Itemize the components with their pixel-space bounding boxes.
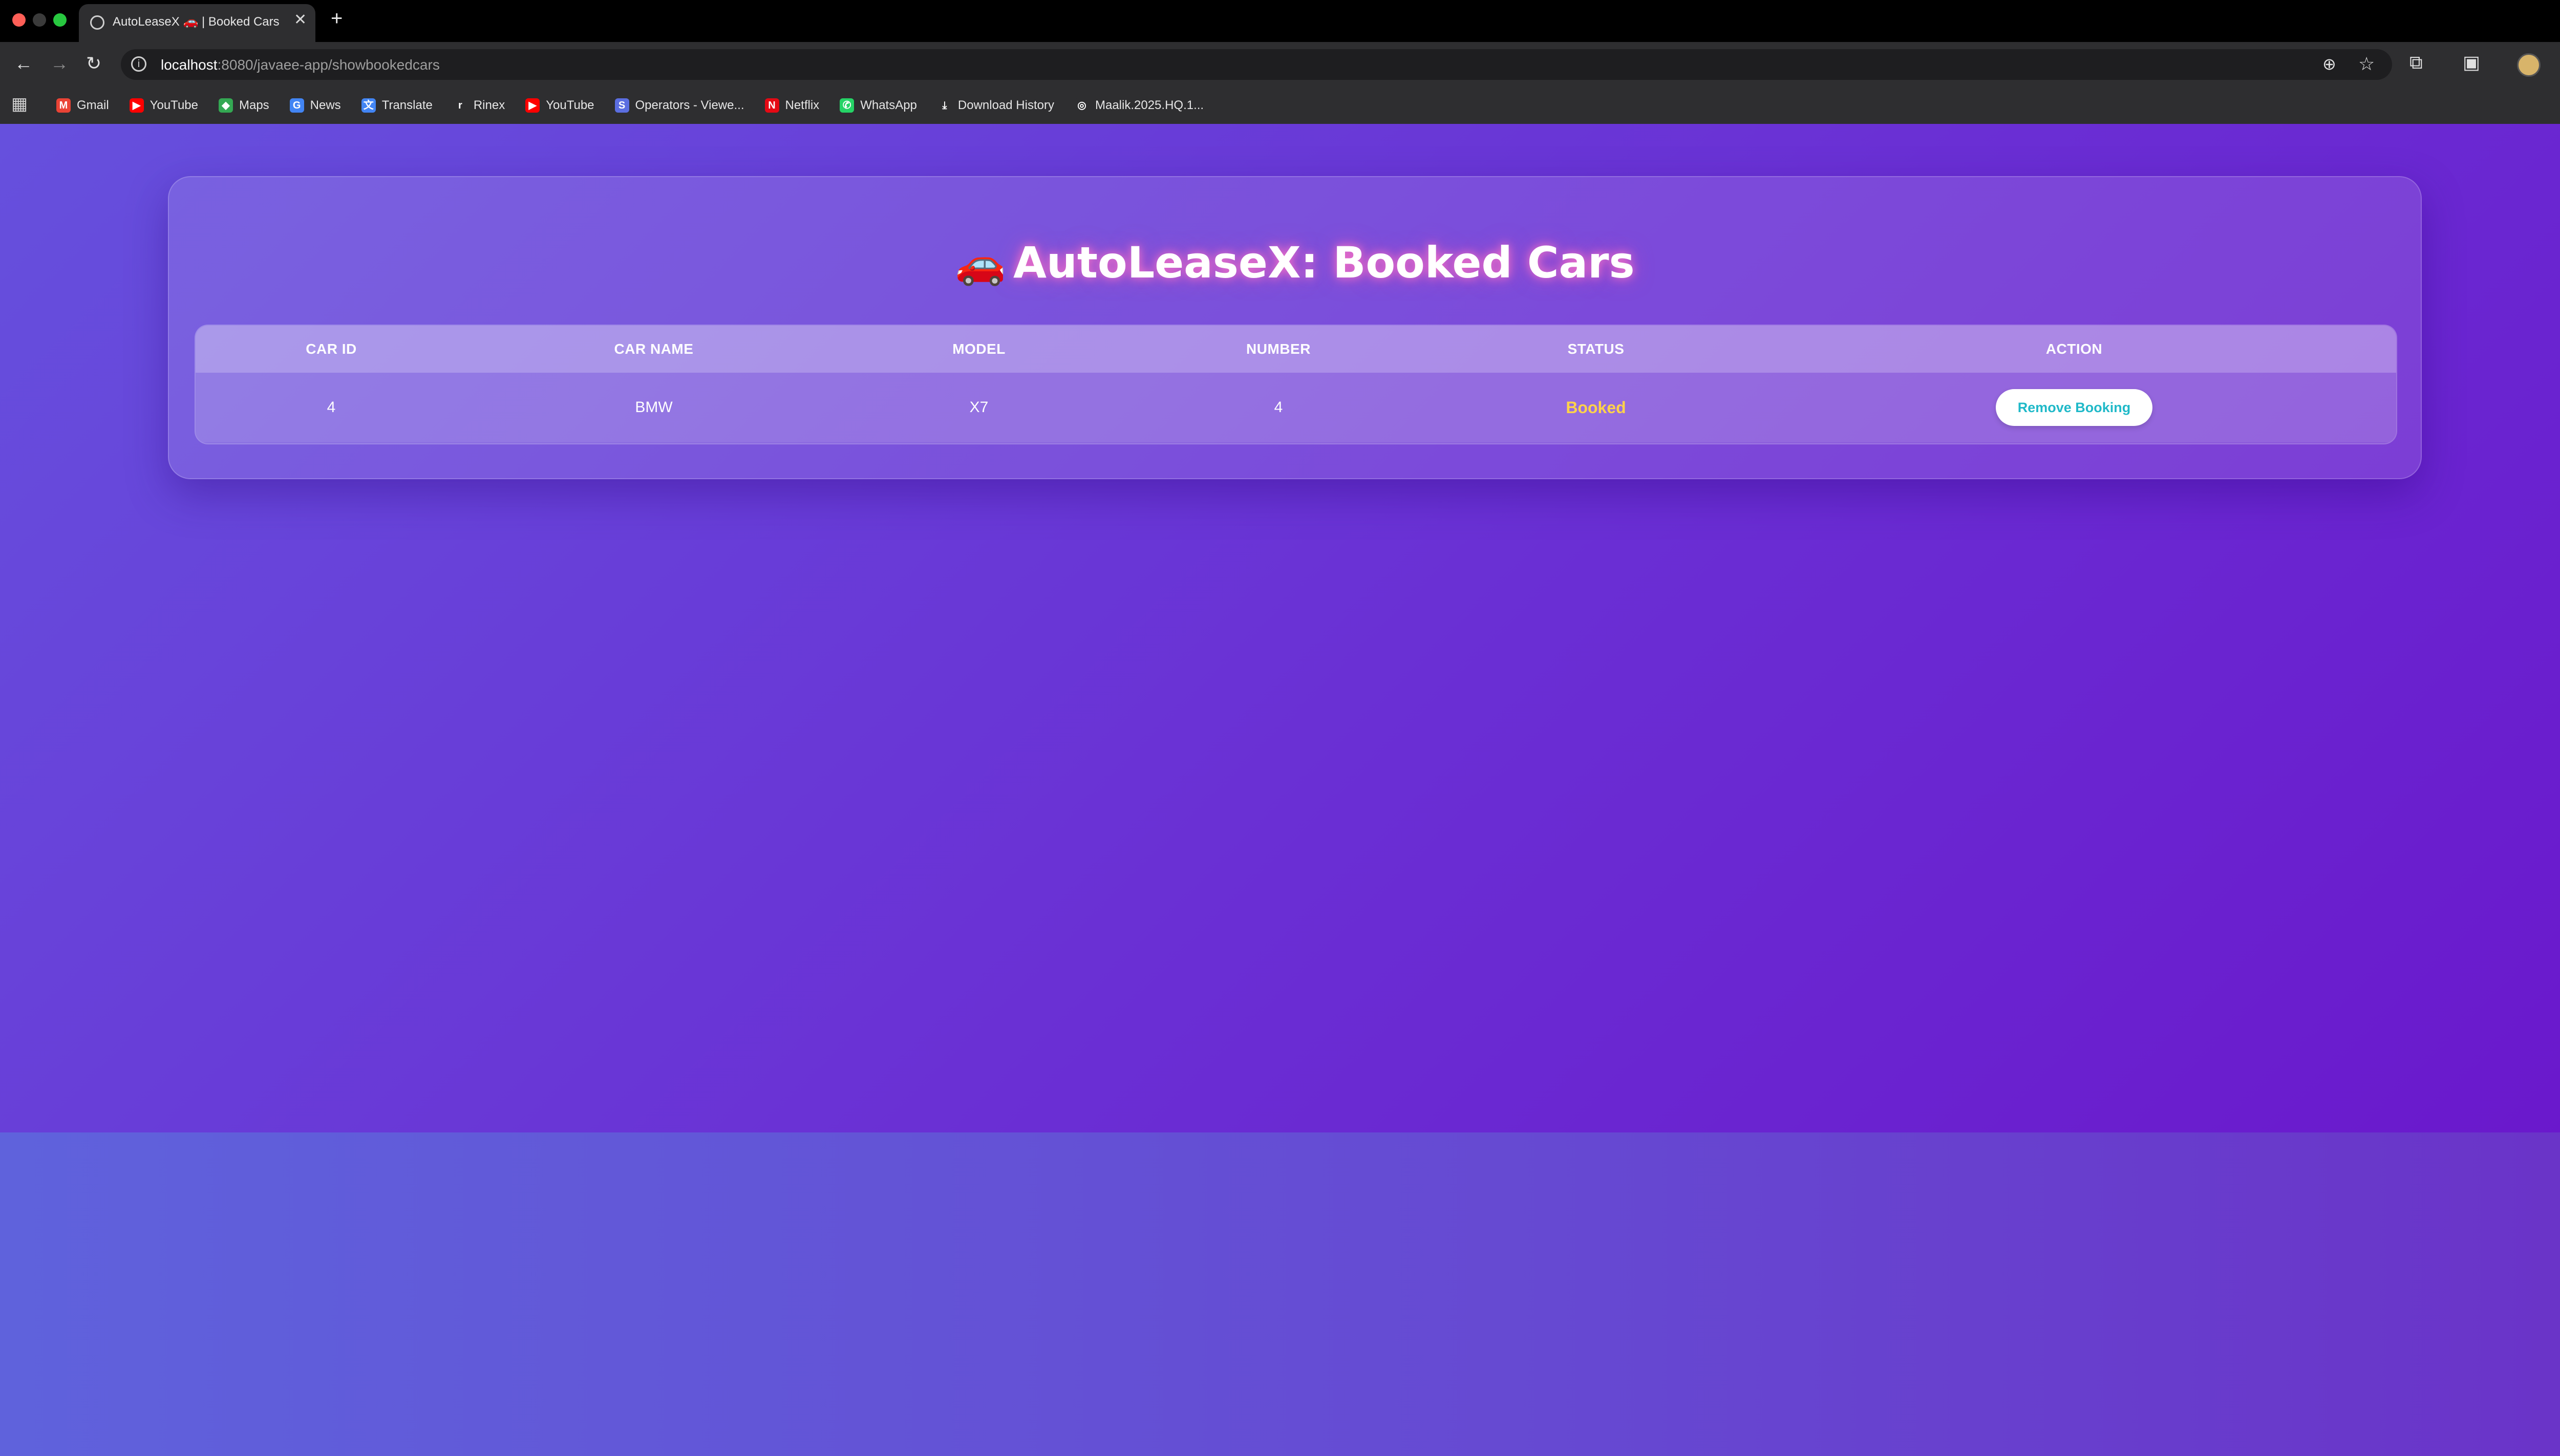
booked-cars-table: CAR ID CAR NAME MODEL NUMBER STATUS ACTI… [195,325,2397,444]
header-number: NUMBER [1246,341,1311,357]
bookmark-label: YouTube [150,98,198,112]
bookmark-label: WhatsApp [860,98,917,112]
bookmark-star-icon[interactable]: ☆ [2358,53,2375,75]
bookmark-label: Rinex [473,98,505,112]
bookmark-item[interactable]: ▶ YouTube [525,98,594,113]
header-car-name: CAR NAME [614,341,694,357]
download-icon: ⤓ [937,98,952,113]
tab-title: AutoLeaseX 🚗 | Booked Cars [113,15,280,29]
url-text[interactable]: localhost:8080/javaee-app/showbookedcars [161,57,440,73]
table-header: CAR ID CAR NAME MODEL NUMBER STATUS ACTI… [196,326,2396,373]
bookmark-item[interactable]: M Gmail [56,98,109,113]
bookmark-item[interactable]: ◎ Maalik.2025.HQ.1... [1074,98,1204,113]
operators-icon: S [614,98,629,113]
extensions-icon[interactable]: ⧉ [2409,53,2423,72]
youtube-icon: ▶ [525,98,540,113]
url-host: localhost [161,57,218,73]
rinex-icon: r [453,98,467,113]
cell-action: Remove Booking [1752,373,2396,442]
header-model: MODEL [952,341,1006,357]
bookmark-label: News [310,98,341,112]
cell-number: 4 [1274,399,1283,416]
header-status: STATUS [1567,341,1625,357]
page-title-text: AutoLeaseX: Booked Cars [1013,238,1635,288]
bookmark-item[interactable]: ▶ YouTube [129,98,198,113]
status-badge: Booked [1566,398,1626,417]
news-icon: G [289,98,304,113]
globe-icon: ◎ [1074,98,1089,113]
bookmark-label: YouTube [546,98,594,112]
forward-arrow-icon[interactable]: → [50,54,69,73]
bookmark-item[interactable]: G News [289,98,341,113]
booked-cars-card: 🚗 AutoLeaseX: Booked Cars CAR ID CAR NAME… [168,176,2422,479]
address-bar[interactable]: i localhost:8080/javaee-app/showbookedca… [121,49,2392,80]
youtube-icon: ▶ [129,98,144,113]
browser-toolbar: ← → ↻ i localhost:8080/javaee-app/showbo… [0,42,2560,87]
remove-booking-button[interactable]: Remove Booking [1996,389,2152,426]
bookmark-item[interactable]: ⤓ Download History [937,98,1054,113]
bookmark-label: Download History [957,98,1054,112]
bookmark-label: Operators - Viewe... [635,98,744,112]
bookmark-item[interactable]: ✆ WhatsApp [840,98,917,113]
header-car-id: CAR ID [306,341,357,357]
cell-car-id: 4 [327,399,336,416]
car-icon: 🚗 [955,240,1007,287]
maximize-window-button[interactable] [53,13,67,27]
whatsapp-icon: ✆ [840,98,855,113]
new-tab-button[interactable]: + [331,8,343,29]
bookmark-label: Netflix [785,98,820,112]
bookmark-item[interactable]: 文 Translate [361,98,433,113]
apps-grid-icon[interactable]: ▦ [11,95,28,113]
minimize-window-button[interactable] [33,13,46,27]
bookmarks-bar: ▦ M Gmail ▶ YouTube ◆ Maps G News 文 Translate r Rin… [0,87,2560,125]
close-icon[interactable]: ✕ [294,12,307,28]
header-action: ACTION [2045,341,2103,357]
browser-tab[interactable]: AutoLeaseX 🚗 | Booked Cars ✕ [79,4,315,42]
url-path: :8080/javaee-app/showbookedcars [217,57,440,73]
maps-icon: ◆ [218,98,233,113]
bookmark-item[interactable]: ◆ Maps [218,98,269,113]
bookmark-item[interactable]: r Rinex [453,98,505,113]
globe-icon [90,15,104,30]
cell-car-name: BMW [635,399,673,416]
bookmark-label: Maps [239,98,269,112]
page-viewport: 🚗 AutoLeaseX: Booked Cars CAR ID CAR NAME… [0,124,2560,1132]
profile-avatar[interactable] [2517,53,2541,77]
close-window-button[interactable] [12,13,26,27]
back-arrow-icon[interactable]: ← [14,54,33,73]
bookmark-item[interactable]: S Operators - Viewe... [614,98,744,113]
reload-icon[interactable]: ↻ [86,54,101,73]
page-background-lower [0,1132,2560,1456]
bookmark-item[interactable]: N Netflix [764,98,820,113]
cast-icon[interactable]: ▣ [2463,53,2480,72]
bookmark-label: Gmail [77,98,109,112]
gmail-icon: M [56,98,71,113]
zoom-icon[interactable]: ⊕ [2322,54,2336,74]
table-row: 4 BMW X7 4 Booked Remove Booking [196,373,2396,442]
browser-tab-bar: AutoLeaseX 🚗 | Booked Cars ✕ + [0,0,2560,42]
translate-icon: 文 [361,98,376,113]
page-title: 🚗 AutoLeaseX: Booked Cars [169,238,2421,288]
bookmark-label: Translate [381,98,433,112]
bookmark-label: Maalik.2025.HQ.1... [1095,98,1204,112]
site-info-icon[interactable]: i [131,56,146,72]
cell-model: X7 [969,399,989,416]
netflix-icon: N [764,98,779,113]
cell-status: Booked [1440,373,1752,442]
bookmark-list: M Gmail ▶ YouTube ◆ Maps G News 文 Translate r Rinex… [56,87,1224,124]
